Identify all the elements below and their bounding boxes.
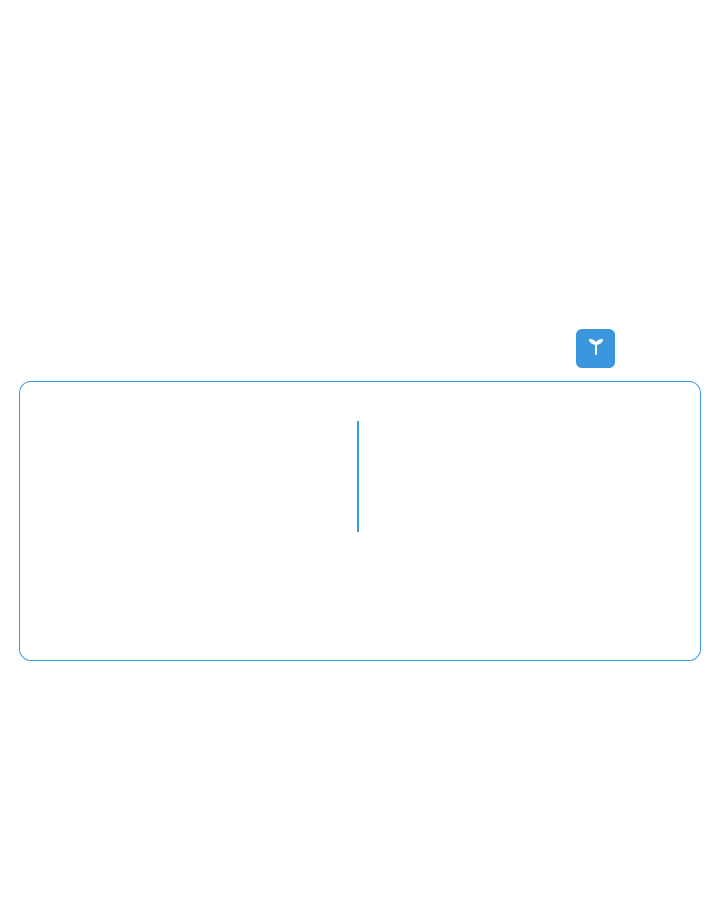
tool-button[interactable] [576,329,615,368]
text-cursor [357,421,359,532]
sprout-icon [584,334,608,363]
text-input-area[interactable] [19,381,701,661]
